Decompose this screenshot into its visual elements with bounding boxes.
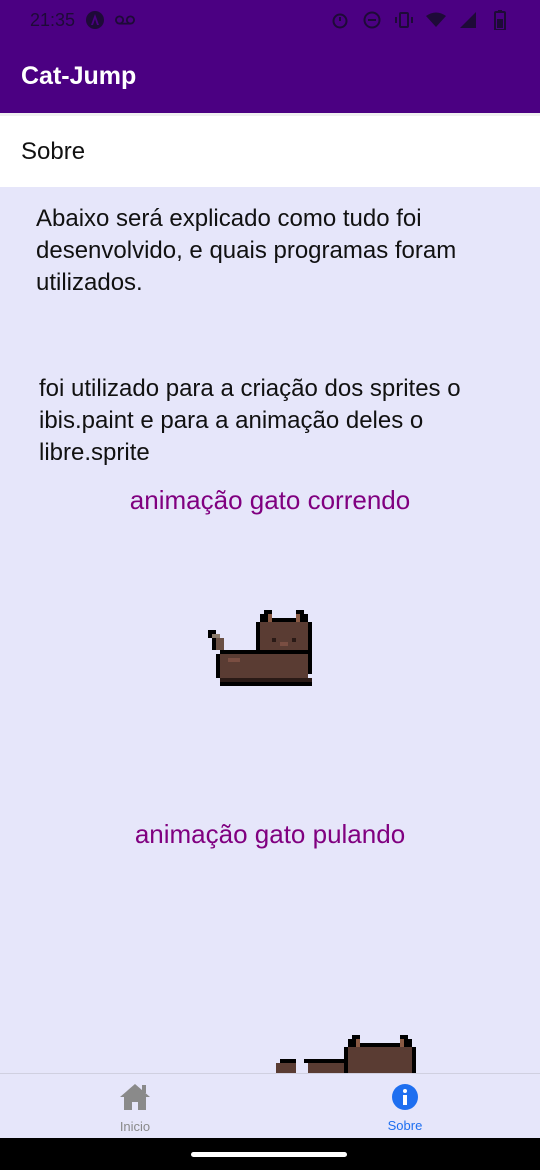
dnd-icon	[362, 10, 382, 30]
tools-paragraph: foi utilizado para a criação dos sprites…	[39, 375, 461, 466]
system-nav-bar	[0, 1138, 540, 1170]
app-bar: Cat-Jump	[0, 40, 540, 113]
vibrate-icon	[394, 10, 414, 30]
tab-sobre-label: Sobre	[387, 1118, 423, 1133]
page-header: Sobre	[0, 113, 540, 187]
alarm-icon	[330, 10, 350, 30]
tab-sobre[interactable]: Sobre	[270, 1074, 540, 1138]
cat-running-sprite	[208, 610, 312, 686]
bottom-tab-bar: Inicio Sobre	[0, 1073, 540, 1138]
scroll-content[interactable]: Abaixo será explicado como tudo foi dese…	[0, 187, 540, 1073]
home-icon	[118, 1082, 152, 1117]
tab-inicio[interactable]: Inicio	[0, 1074, 270, 1138]
jumping-animation-caption: animação gato pulando	[134, 819, 406, 849]
app-title: Cat-Jump	[21, 62, 137, 90]
running-animation-caption: animação gato correndo	[129, 485, 411, 515]
signal-icon	[458, 10, 478, 30]
battery-icon	[490, 10, 510, 30]
home-indicator[interactable]	[191, 1152, 347, 1157]
tab-inicio-label: Inicio	[119, 1119, 151, 1134]
intro-paragraph: Abaixo será explicado como tudo foi dese…	[36, 205, 457, 296]
status-bar: 21:35	[0, 0, 540, 40]
cat-jumping-sprite	[276, 1035, 416, 1073]
page-title: Sobre	[21, 137, 86, 165]
voicemail-icon	[115, 10, 136, 30]
status-time: 21:35	[30, 9, 76, 30]
app-notification-icon	[85, 10, 105, 30]
info-icon	[391, 1083, 419, 1116]
wifi-icon	[426, 10, 446, 30]
